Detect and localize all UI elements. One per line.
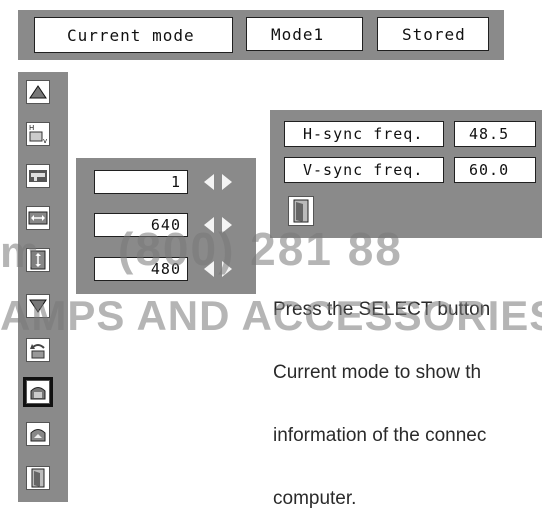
left-arrow-icon[interactable] bbox=[204, 261, 214, 277]
adjust-arrows-480[interactable] bbox=[202, 258, 234, 280]
store-mode-icon bbox=[30, 429, 46, 442]
h-letter: H bbox=[29, 124, 34, 132]
sidebar-clamp-button[interactable] bbox=[26, 164, 50, 188]
instruction-line-4: computer. bbox=[273, 488, 357, 509]
right-arrow-icon[interactable] bbox=[222, 174, 232, 190]
mode-free-icon bbox=[30, 387, 46, 400]
horizontal-size-icon bbox=[28, 211, 48, 225]
sidebar-horizontal-size-button[interactable] bbox=[26, 206, 50, 230]
info-exit-button[interactable] bbox=[288, 196, 314, 226]
sidebar-up-button[interactable] bbox=[26, 80, 50, 104]
vertical-size-icon bbox=[30, 250, 46, 270]
sidebar-reset-button[interactable] bbox=[26, 338, 50, 362]
instruction-text: Press the SELECT button Current mode to … bbox=[273, 257, 542, 530]
h-position-v-icon: H v bbox=[29, 124, 47, 145]
adjust-value-640[interactable]: 640 bbox=[94, 213, 188, 237]
vsync-value: 60.0 bbox=[454, 157, 536, 183]
sidebar-down-button[interactable] bbox=[26, 294, 50, 318]
triangle-down-icon bbox=[29, 299, 47, 313]
adjust-arrows-1[interactable] bbox=[202, 171, 234, 193]
vsync-label: V-sync freq. bbox=[284, 157, 444, 183]
sidebar-exit-button[interactable] bbox=[26, 466, 50, 490]
adjust-value-1[interactable]: 1 bbox=[94, 170, 188, 194]
instruction-line-1: Press the SELECT button bbox=[273, 299, 491, 320]
reset-icon bbox=[30, 344, 45, 359]
right-arrow-icon[interactable] bbox=[222, 261, 232, 277]
right-arrow-icon[interactable] bbox=[222, 217, 232, 233]
adjust-value-480[interactable]: 480 bbox=[94, 257, 188, 281]
instruction-line-3: information of the connec bbox=[273, 425, 487, 446]
left-arrow-icon[interactable] bbox=[204, 174, 214, 190]
hsync-value: 48.5 bbox=[454, 121, 536, 147]
exit-door-icon bbox=[31, 468, 45, 488]
left-arrow-icon[interactable] bbox=[204, 217, 214, 233]
current-mode-label: Current mode bbox=[34, 17, 233, 53]
sidebar-vertical-size-button[interactable] bbox=[26, 248, 50, 272]
sidebar-h-position-button[interactable]: H v bbox=[26, 122, 50, 146]
v-letter: v bbox=[43, 137, 47, 145]
exit-door-icon bbox=[293, 199, 309, 223]
mode-value: Mode1 bbox=[246, 17, 363, 51]
sidebar-mode-free-button[interactable] bbox=[23, 377, 53, 407]
instruction-line-2: Current mode to show th bbox=[273, 362, 482, 383]
adjust-arrows-640[interactable] bbox=[202, 214, 234, 236]
hsync-label: H-sync freq. bbox=[284, 121, 444, 147]
clamp-icon bbox=[29, 170, 47, 182]
sidebar-store-button[interactable] bbox=[26, 422, 50, 446]
stored-button[interactable]: Stored bbox=[377, 17, 489, 51]
triangle-up-icon bbox=[29, 85, 47, 99]
